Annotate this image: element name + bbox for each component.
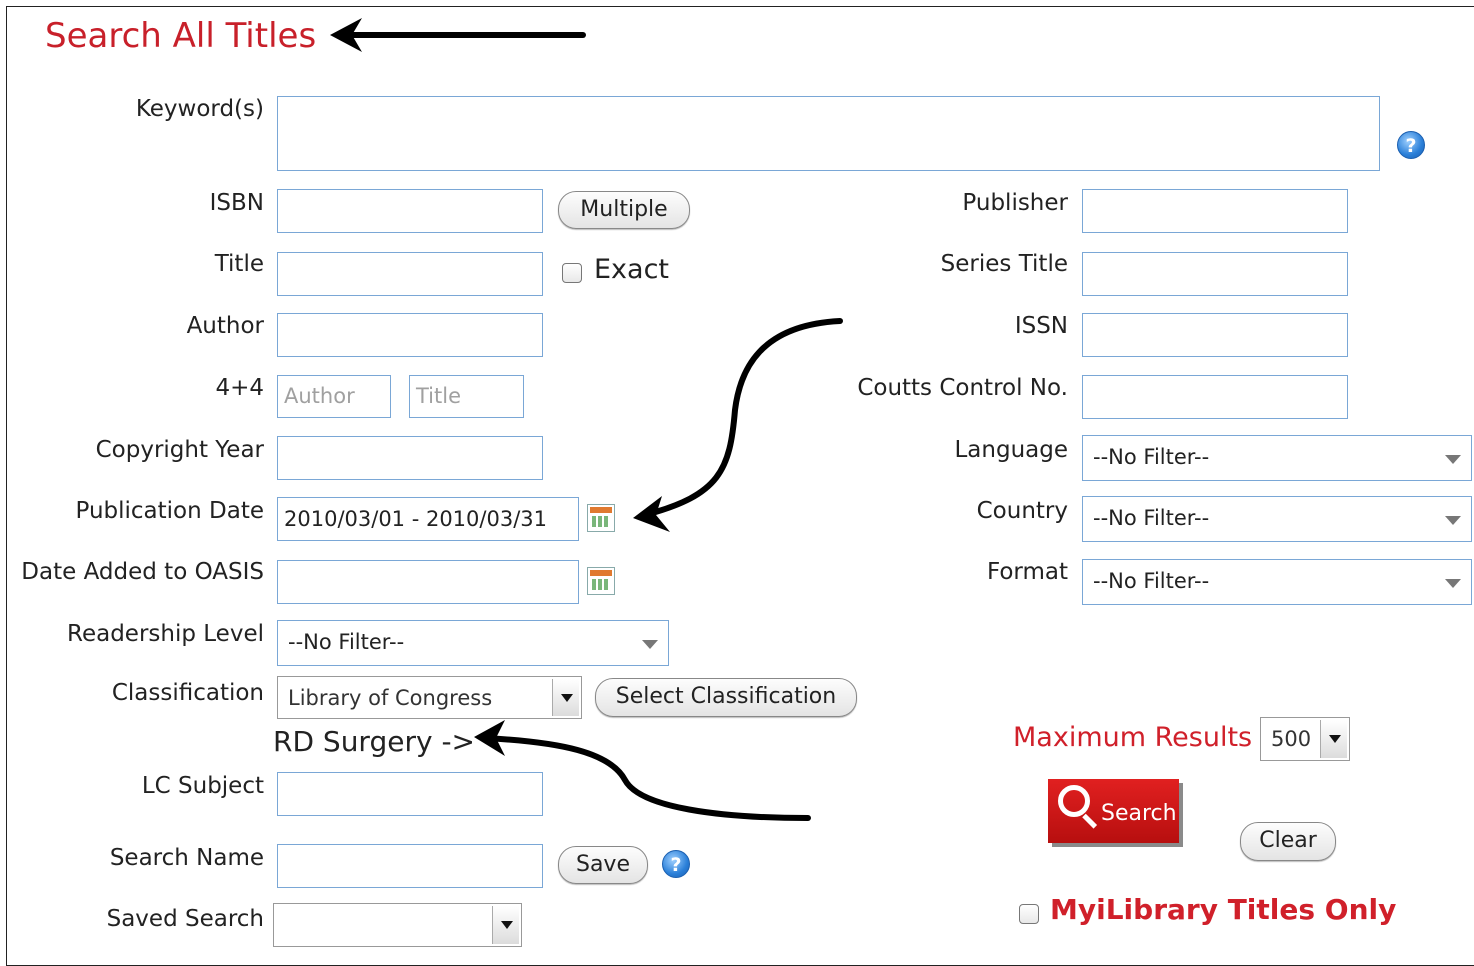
magnifier-icon xyxy=(1058,785,1090,817)
magnifier-handle xyxy=(1082,813,1098,829)
fourfour-author-placeholder: Author xyxy=(284,384,355,408)
publication-date-value: 2010/03/01 - 2010/03/31 xyxy=(284,507,548,531)
format-value: --No Filter-- xyxy=(1093,569,1210,593)
isbn-input[interactable] xyxy=(277,189,543,233)
clear-button[interactable]: Clear xyxy=(1240,822,1336,861)
fourfour-label: 4+4 xyxy=(215,375,264,401)
chevron-down-icon xyxy=(1445,516,1461,525)
classification-value: Library of Congress xyxy=(288,686,493,710)
search-button-label: Search xyxy=(1101,801,1177,826)
series-title-input[interactable] xyxy=(1082,252,1348,296)
maximum-results-select[interactable]: 500 xyxy=(1260,717,1350,761)
coutts-control-label: Coutts Control No. xyxy=(857,375,1068,401)
multiple-button[interactable]: Multiple xyxy=(558,191,690,229)
select-classification-button[interactable]: Select Classification xyxy=(595,678,857,717)
myilibrary-checkbox[interactable] xyxy=(1019,904,1039,924)
language-value: --No Filter-- xyxy=(1093,445,1210,469)
search-name-input[interactable] xyxy=(277,844,543,888)
keywords-label: Keyword(s) xyxy=(135,96,264,122)
rd-surgery-note: RD Surgery -> xyxy=(273,725,476,758)
myilibrary-label: MyiLibrary Titles Only xyxy=(1050,893,1397,926)
title-input[interactable] xyxy=(277,252,543,296)
author-input[interactable] xyxy=(277,313,543,357)
chevron-down-icon xyxy=(1445,455,1461,464)
issn-input[interactable] xyxy=(1082,313,1348,357)
arrow-to-pubdate xyxy=(642,318,843,518)
date-added-label: Date Added to OASIS xyxy=(21,559,264,585)
publication-date-label: Publication Date xyxy=(75,498,264,524)
language-select[interactable]: --No Filter-- xyxy=(1082,435,1472,481)
question-mark-icon[interactable]: ? xyxy=(662,850,690,878)
maximum-results-value: 500 xyxy=(1271,727,1312,751)
classification-select[interactable]: Library of Congress xyxy=(277,676,582,719)
chevron-down-icon xyxy=(1445,579,1461,588)
coutts-control-input[interactable] xyxy=(1082,375,1348,419)
chevron-down-icon xyxy=(492,906,519,944)
title-label: Title xyxy=(214,251,264,277)
keywords-input[interactable] xyxy=(277,96,1380,171)
format-select[interactable]: --No Filter-- xyxy=(1082,559,1472,605)
exact-label: Exact xyxy=(594,254,670,285)
country-select[interactable]: --No Filter-- xyxy=(1082,496,1472,542)
copyright-year-input[interactable] xyxy=(277,436,543,480)
date-added-input[interactable] xyxy=(277,560,579,604)
question-mark-icon[interactable]: ? xyxy=(1397,131,1425,159)
issn-label: ISSN xyxy=(1014,313,1068,339)
search-name-label: Search Name xyxy=(109,845,264,871)
calendar-icon[interactable] xyxy=(587,504,615,532)
fourfour-author-input[interactable]: Author xyxy=(277,375,391,418)
search-button[interactable]: Search xyxy=(1048,779,1179,843)
chevron-down-icon xyxy=(552,679,579,716)
maximum-results-label: Maximum Results xyxy=(1013,722,1253,753)
saved-search-label: Saved Search xyxy=(106,906,264,932)
format-label: Format xyxy=(986,559,1068,585)
copyright-year-label: Copyright Year xyxy=(95,437,264,463)
fourfour-title-placeholder: Title xyxy=(416,384,462,408)
lc-subject-label: LC Subject xyxy=(141,773,264,799)
country-label: Country xyxy=(976,498,1068,524)
calendar-icon[interactable] xyxy=(587,567,615,595)
fourfour-title-input[interactable]: Title xyxy=(409,375,524,418)
publication-date-input[interactable]: 2010/03/01 - 2010/03/31 xyxy=(277,497,579,541)
lc-subject-input[interactable] xyxy=(277,772,543,816)
chevron-down-icon xyxy=(642,640,658,649)
chevron-down-icon xyxy=(1320,720,1347,758)
readership-level-value: --No Filter-- xyxy=(288,630,405,654)
save-button[interactable]: Save xyxy=(558,846,648,884)
readership-level-label: Readership Level xyxy=(67,621,264,647)
publisher-input[interactable] xyxy=(1082,189,1348,233)
language-label: Language xyxy=(954,437,1068,463)
classification-label: Classification xyxy=(111,680,264,706)
series-title-label: Series Title xyxy=(940,251,1068,277)
exact-checkbox[interactable] xyxy=(562,263,582,283)
author-label: Author xyxy=(186,313,264,339)
country-value: --No Filter-- xyxy=(1093,506,1210,530)
saved-search-select[interactable] xyxy=(273,903,522,947)
publisher-label: Publisher xyxy=(962,190,1068,216)
isbn-label: ISBN xyxy=(209,190,264,216)
readership-level-select[interactable]: --No Filter-- xyxy=(277,620,669,666)
